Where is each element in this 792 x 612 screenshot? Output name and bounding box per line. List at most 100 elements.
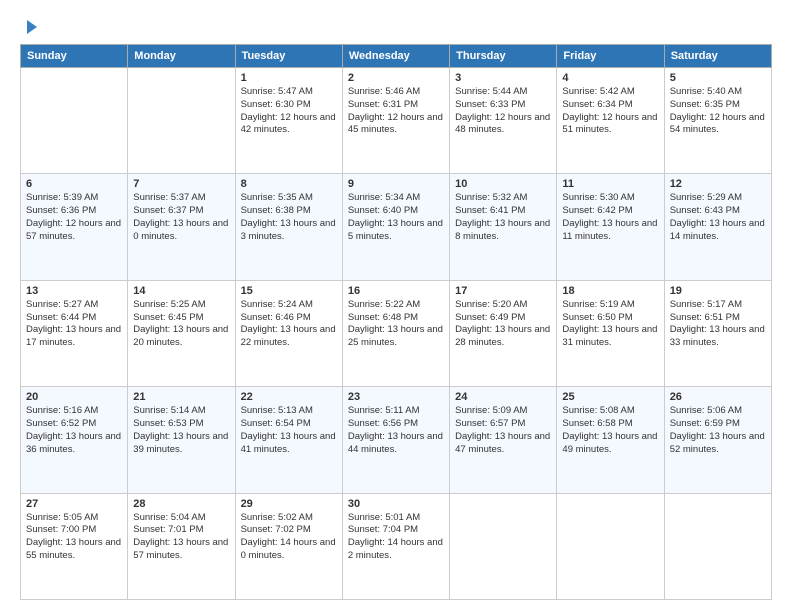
col-header-tuesday: Tuesday [235,45,342,68]
cell-info: Sunrise: 5:24 AM Sunset: 6:46 PM Dayligh… [241,299,337,350]
day-number: 5 [670,72,766,84]
col-header-wednesday: Wednesday [342,45,449,68]
day-number: 19 [670,285,766,297]
day-number: 1 [241,72,337,84]
cell-info: Sunrise: 5:14 AM Sunset: 6:53 PM Dayligh… [133,405,229,456]
cell-info: Sunrise: 5:32 AM Sunset: 6:41 PM Dayligh… [455,192,551,243]
col-header-sunday: Sunday [21,45,128,68]
cell-info: Sunrise: 5:06 AM Sunset: 6:59 PM Dayligh… [670,405,766,456]
calendar-cell: 25 Sunrise: 5:08 AM Sunset: 6:58 PM Dayli… [557,387,664,493]
calendar-cell: 6 Sunrise: 5:39 AM Sunset: 6:36 PM Daylig… [21,174,128,280]
col-header-thursday: Thursday [450,45,557,68]
calendar-cell: 10Sunrise: 5:32 AM Sunset: 6:41 PM Dayli… [450,174,557,280]
calendar-cell: 7Sunrise: 5:37 AM Sunset: 6:37 PM Daylig… [128,174,235,280]
calendar-cell: 16 Sunrise: 5:22 AM Sunset: 6:48 PM Dayli… [342,280,449,386]
calendar-row-2: 6 Sunrise: 5:39 AM Sunset: 6:36 PM Daylig… [21,174,772,280]
calendar-row-3: 13 Sunrise: 5:27 AM Sunset: 6:44 PM Dayli… [21,280,772,386]
calendar-cell [450,493,557,599]
calendar-cell: 12 Sunrise: 5:29 AM Sunset: 6:43 PM Dayli… [664,174,771,280]
calendar-cell: 2 Sunrise: 5:46 AM Sunset: 6:31 PM Daylig… [342,68,449,174]
cell-info: Sunrise: 5:46 AM Sunset: 6:31 PM Dayligh… [348,86,444,137]
calendar-cell: 27 Sunrise: 5:05 AM Sunset: 7:00 PM Dayli… [21,493,128,599]
calendar-table: SundayMondayTuesdayWednesdayThursdayFrid… [20,44,772,600]
calendar-cell: 14 Sunrise: 5:25 AM Sunset: 6:45 PM Dayli… [128,280,235,386]
day-number: 29 [241,498,337,510]
cell-info: Sunrise: 5:40 AM Sunset: 6:35 PM Dayligh… [670,86,766,137]
calendar-cell: 15Sunrise: 5:24 AM Sunset: 6:46 PM Dayli… [235,280,342,386]
day-number: 28 [133,498,229,510]
calendar-cell: 20Sunrise: 5:16 AM Sunset: 6:52 PM Dayli… [21,387,128,493]
cell-info: Sunrise: 5:20 AM Sunset: 6:49 PM Dayligh… [455,299,551,350]
cell-info: Sunrise: 5:44 AM Sunset: 6:33 PM Dayligh… [455,86,551,137]
calendar-cell: 30 Sunrise: 5:01 AM Sunset: 7:04 PM Dayli… [342,493,449,599]
cell-info: Sunrise: 5:25 AM Sunset: 6:45 PM Dayligh… [133,299,229,350]
day-number: 23 [348,391,444,403]
calendar-cell: 23 Sunrise: 5:11 AM Sunset: 6:56 PM Dayli… [342,387,449,493]
calendar-cell: 21 Sunrise: 5:14 AM Sunset: 6:53 PM Dayli… [128,387,235,493]
day-number: 22 [241,391,337,403]
cell-info: Sunrise: 5:39 AM Sunset: 6:36 PM Dayligh… [26,192,122,243]
calendar-cell: 4Sunrise: 5:42 AM Sunset: 6:34 PM Daylig… [557,68,664,174]
page: SundayMondayTuesdayWednesdayThursdayFrid… [0,0,792,612]
col-header-friday: Friday [557,45,664,68]
cell-info: Sunrise: 5:29 AM Sunset: 6:43 PM Dayligh… [670,192,766,243]
logo-arrow-icon [27,20,37,34]
day-number: 14 [133,285,229,297]
col-header-monday: Monday [128,45,235,68]
day-number: 24 [455,391,551,403]
calendar-cell: 13 Sunrise: 5:27 AM Sunset: 6:44 PM Dayli… [21,280,128,386]
header [20,18,772,34]
col-header-saturday: Saturday [664,45,771,68]
calendar-row-1: 1 Sunrise: 5:47 AM Sunset: 6:30 PM Daylig… [21,68,772,174]
calendar-row-4: 20Sunrise: 5:16 AM Sunset: 6:52 PM Dayli… [21,387,772,493]
day-number: 18 [562,285,658,297]
cell-info: Sunrise: 5:47 AM Sunset: 6:30 PM Dayligh… [241,86,337,137]
cell-info: Sunrise: 5:09 AM Sunset: 6:57 PM Dayligh… [455,405,551,456]
calendar-cell: 17Sunrise: 5:20 AM Sunset: 6:49 PM Dayli… [450,280,557,386]
day-number: 13 [26,285,122,297]
cell-info: Sunrise: 5:04 AM Sunset: 7:01 PM Dayligh… [133,512,229,563]
calendar-cell [557,493,664,599]
day-number: 2 [348,72,444,84]
calendar-cell: 24 Sunrise: 5:09 AM Sunset: 6:57 PM Dayli… [450,387,557,493]
cell-info: Sunrise: 5:34 AM Sunset: 6:40 PM Dayligh… [348,192,444,243]
logo [20,18,37,34]
day-number: 25 [562,391,658,403]
day-number: 3 [455,72,551,84]
day-number: 26 [670,391,766,403]
cell-info: Sunrise: 5:27 AM Sunset: 6:44 PM Dayligh… [26,299,122,350]
calendar-cell: 28 Sunrise: 5:04 AM Sunset: 7:01 PM Dayli… [128,493,235,599]
day-number: 4 [562,72,658,84]
day-number: 21 [133,391,229,403]
calendar-cell [128,68,235,174]
day-number: 9 [348,178,444,190]
calendar-cell: 29 Sunrise: 5:02 AM Sunset: 7:02 PM Dayli… [235,493,342,599]
day-number: 8 [241,178,337,190]
calendar-cell: 26 Sunrise: 5:06 AM Sunset: 6:59 PM Dayli… [664,387,771,493]
cell-info: Sunrise: 5:05 AM Sunset: 7:00 PM Dayligh… [26,512,122,563]
cell-info: Sunrise: 5:01 AM Sunset: 7:04 PM Dayligh… [348,512,444,563]
cell-info: Sunrise: 5:11 AM Sunset: 6:56 PM Dayligh… [348,405,444,456]
day-number: 7 [133,178,229,190]
calendar-cell: 1 Sunrise: 5:47 AM Sunset: 6:30 PM Daylig… [235,68,342,174]
cell-info: Sunrise: 5:19 AM Sunset: 6:50 PM Dayligh… [562,299,658,350]
day-number: 27 [26,498,122,510]
cell-info: Sunrise: 5:35 AM Sunset: 6:38 PM Dayligh… [241,192,337,243]
calendar-cell: 19Sunrise: 5:17 AM Sunset: 6:51 PM Dayli… [664,280,771,386]
day-number: 12 [670,178,766,190]
calendar-cell: 22Sunrise: 5:13 AM Sunset: 6:54 PM Dayli… [235,387,342,493]
cell-info: Sunrise: 5:08 AM Sunset: 6:58 PM Dayligh… [562,405,658,456]
calendar-cell: 3 Sunrise: 5:44 AM Sunset: 6:33 PM Daylig… [450,68,557,174]
calendar-cell [664,493,771,599]
cell-info: Sunrise: 5:30 AM Sunset: 6:42 PM Dayligh… [562,192,658,243]
calendar-cell: 5 Sunrise: 5:40 AM Sunset: 6:35 PM Daylig… [664,68,771,174]
day-number: 6 [26,178,122,190]
day-number: 30 [348,498,444,510]
calendar-row-5: 27 Sunrise: 5:05 AM Sunset: 7:00 PM Dayli… [21,493,772,599]
calendar-cell: 18 Sunrise: 5:19 AM Sunset: 6:50 PM Dayli… [557,280,664,386]
day-number: 11 [562,178,658,190]
cell-info: Sunrise: 5:22 AM Sunset: 6:48 PM Dayligh… [348,299,444,350]
day-number: 16 [348,285,444,297]
cell-info: Sunrise: 5:02 AM Sunset: 7:02 PM Dayligh… [241,512,337,563]
day-number: 20 [26,391,122,403]
